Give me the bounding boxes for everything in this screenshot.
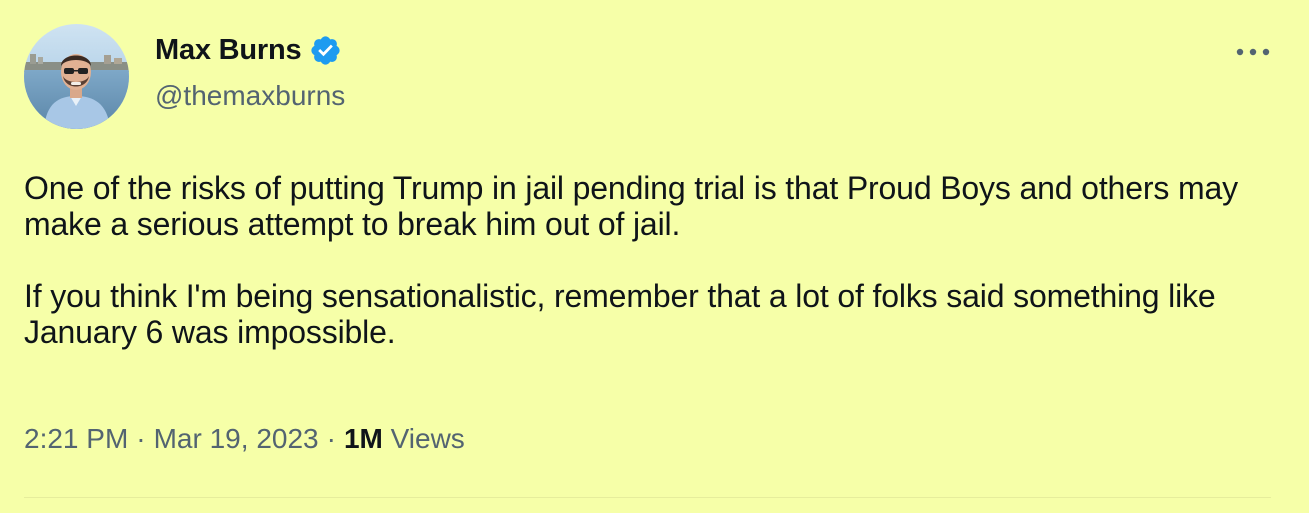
views-count: 1M <box>343 423 383 454</box>
tweet-date[interactable]: Mar 19, 2023 <box>154 423 319 455</box>
verified-badge-icon[interactable] <box>309 34 342 67</box>
tweet-time[interactable]: 2:21 PM <box>24 423 128 455</box>
avatar-photo <box>24 24 129 129</box>
tweet-text: One of the risks of putting Trump in jai… <box>24 170 1264 350</box>
avatar[interactable] <box>24 24 129 129</box>
views[interactable]: 1M Views <box>344 423 465 455</box>
tweet-meta: 2:21 PM · Mar 19, 2023 · 1M Views <box>24 423 465 455</box>
meta-separator: · <box>136 423 146 454</box>
tweet-paragraph: If you think I'm being sensationalistic,… <box>24 278 1216 350</box>
more-options-button[interactable] <box>1233 38 1273 66</box>
meta-separator: · <box>326 423 336 454</box>
author-name-row: Max Burns <box>155 34 342 67</box>
author-display-name[interactable]: Max Burns <box>155 34 302 67</box>
divider <box>24 497 1271 498</box>
author-handle[interactable]: @themaxburns <box>155 80 345 112</box>
tweet-card: Max Burns @themaxburns One of the risks … <box>0 0 1309 513</box>
more-horizontal-icon <box>1236 48 1270 56</box>
tweet-paragraph: One of the risks of putting Trump in jai… <box>24 170 1238 242</box>
views-label: Views <box>390 423 465 454</box>
